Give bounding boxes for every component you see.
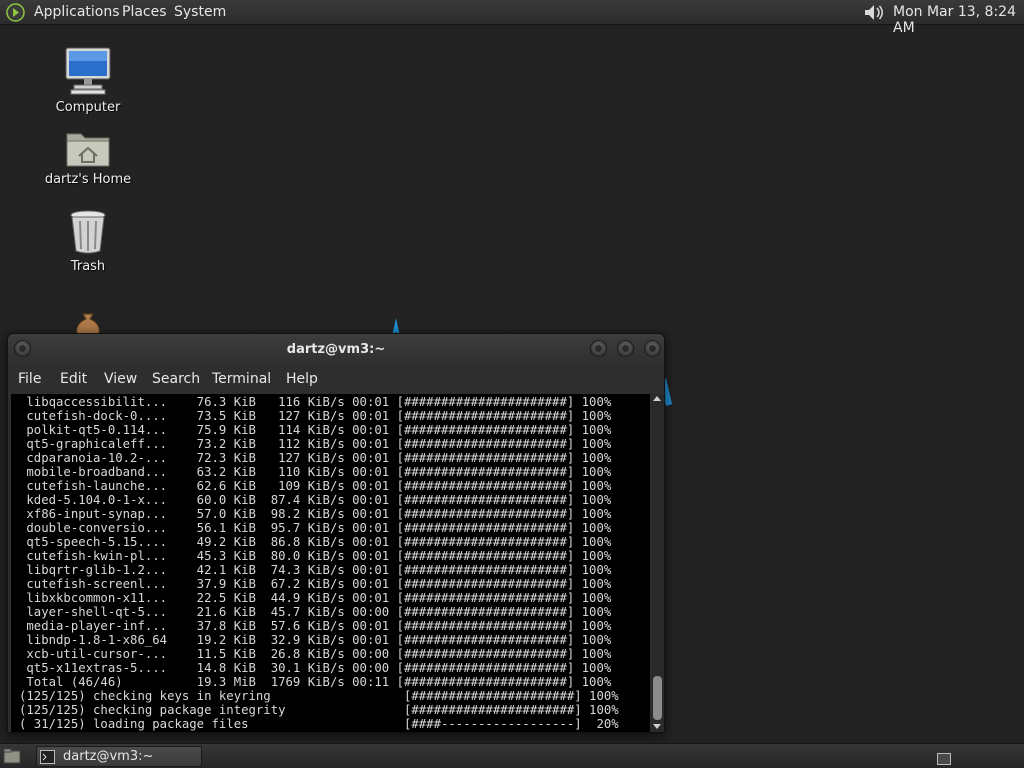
terminal-line: libxkbcommon-x11... 22.5 KiB 44.9 KiB/s …	[19, 591, 612, 605]
terminal-line: xcb-util-cursor-... 11.5 KiB 26.8 KiB/s …	[19, 647, 612, 661]
terminal-line: double-conversio... 56.1 KiB 95.7 KiB/s …	[19, 521, 612, 535]
distro-logo-icon[interactable]	[6, 3, 25, 22]
scroll-down-arrow-icon[interactable]	[653, 724, 661, 729]
terminal-line: qt5-x11extras-5.... 14.8 KiB 30.1 KiB/s …	[19, 661, 612, 675]
scroll-up-arrow-icon[interactable]	[653, 396, 661, 401]
menu-search[interactable]: Search	[152, 371, 200, 387]
close-button[interactable]	[644, 340, 661, 357]
applications-menu[interactable]: Applications	[34, 4, 120, 20]
terminal-line: (125/125) checking keys in keyring [####…	[19, 689, 619, 703]
terminal-output[interactable]: libqaccessibilit... 76.3 KiB 116 KiB/s 0…	[11, 394, 650, 732]
terminal-line: (125/125) checking package integrity [##…	[19, 703, 619, 717]
desktop-icon-label: dartz's Home	[44, 172, 132, 187]
terminal-line: media-player-inf... 37.8 KiB 57.6 KiB/s …	[19, 619, 612, 633]
terminal-window: dartz@vm3:~ File Edit View Search Termin…	[7, 333, 665, 733]
desktop-icon-partial[interactable]	[66, 310, 110, 334]
terminal-line: kded-5.104.0-1-x... 60.0 KiB 87.4 KiB/s …	[19, 493, 612, 507]
taskbar-button-label: dartz@vm3:~	[63, 749, 154, 764]
terminal-line: qt5-graphicaleff... 73.2 KiB 112 KiB/s 0…	[19, 437, 612, 451]
terminal-line: Total (46/46) 19.3 MiB 1769 KiB/s 00:11 …	[19, 675, 612, 689]
menu-help[interactable]: Help	[286, 371, 318, 387]
minimize-button[interactable]	[590, 340, 607, 357]
menu-edit[interactable]: Edit	[60, 371, 87, 387]
show-desktop-icon[interactable]	[3, 748, 21, 765]
terminal-line: xf86-input-synap... 57.0 KiB 98.2 KiB/s …	[19, 507, 612, 521]
top-panel: Applications Places System Mon Mar 13, 8…	[0, 0, 1024, 36]
maximize-button[interactable]	[617, 340, 634, 357]
clock[interactable]: Mon Mar 13, 8:24 AM	[893, 4, 1024, 36]
computer-icon	[65, 47, 111, 95]
taskbar-button-terminal[interactable]: dartz@vm3:~	[36, 746, 202, 767]
terminal-line: cutefish-kwin-pl... 45.3 KiB 80.0 KiB/s …	[19, 549, 612, 563]
terminal-line: libndp-1.8-1-x86_64 19.2 KiB 32.9 KiB/s …	[19, 633, 612, 647]
trash-icon	[70, 210, 106, 254]
terminal-line: cutefish-launche... 62.6 KiB 109 KiB/s 0…	[19, 479, 612, 493]
window-titlebar[interactable]: dartz@vm3:~	[8, 334, 664, 364]
terminal-line: layer-shell-qt-5... 21.6 KiB 45.7 KiB/s …	[19, 605, 612, 619]
desktop-icon-label: Trash	[70, 259, 106, 274]
places-menu[interactable]: Places	[122, 4, 167, 20]
terminal-line: libqrtr-glib-1.2... 42.1 KiB 74.3 KiB/s …	[19, 563, 612, 577]
terminal-menubar: File Edit View Search Terminal Help	[8, 364, 664, 394]
terminal-line: ( 31/125) loading package files [####---…	[19, 717, 619, 731]
terminal-scrollbar[interactable]	[651, 394, 664, 732]
menu-view[interactable]: View	[104, 371, 137, 387]
terminal-line: qt5-speech-5.15.... 49.2 KiB 86.8 KiB/s …	[19, 535, 612, 549]
workspace-switcher[interactable]	[937, 753, 951, 765]
bottom-panel: dartz@vm3:~	[0, 743, 1024, 768]
bag-icon	[76, 313, 100, 334]
desktop-icon-trash[interactable]: Trash	[33, 209, 143, 274]
desktop-icon-computer[interactable]: Computer	[33, 46, 143, 115]
terminal-line: cutefish-dock-0.... 73.5 KiB 127 KiB/s 0…	[19, 409, 612, 423]
menu-terminal[interactable]: Terminal	[212, 371, 271, 387]
desktop-icon-home[interactable]: dartz's Home	[33, 128, 143, 187]
menu-file[interactable]: File	[18, 371, 41, 387]
scrollbar-thumb[interactable]	[653, 676, 662, 720]
terminal-icon	[40, 750, 55, 764]
terminal-line: mobile-broadband... 63.2 KiB 110 KiB/s 0…	[19, 465, 612, 479]
terminal-line: polkit-qt5-0.114... 75.9 KiB 114 KiB/s 0…	[19, 423, 612, 437]
terminal-line: cutefish-screenl... 37.9 KiB 67.2 KiB/s …	[19, 577, 612, 591]
volume-icon[interactable]	[862, 2, 886, 23]
terminal-line: libqaccessibilit... 76.3 KiB 116 KiB/s 0…	[19, 395, 612, 409]
terminal-line: cdparanoia-10.2-... 72.3 KiB 127 KiB/s 0…	[19, 451, 612, 465]
window-title: dartz@vm3:~	[286, 342, 386, 357]
desktop-icon-label: Computer	[55, 100, 121, 115]
home-folder-icon	[66, 133, 110, 167]
system-menu[interactable]: System	[174, 4, 226, 20]
